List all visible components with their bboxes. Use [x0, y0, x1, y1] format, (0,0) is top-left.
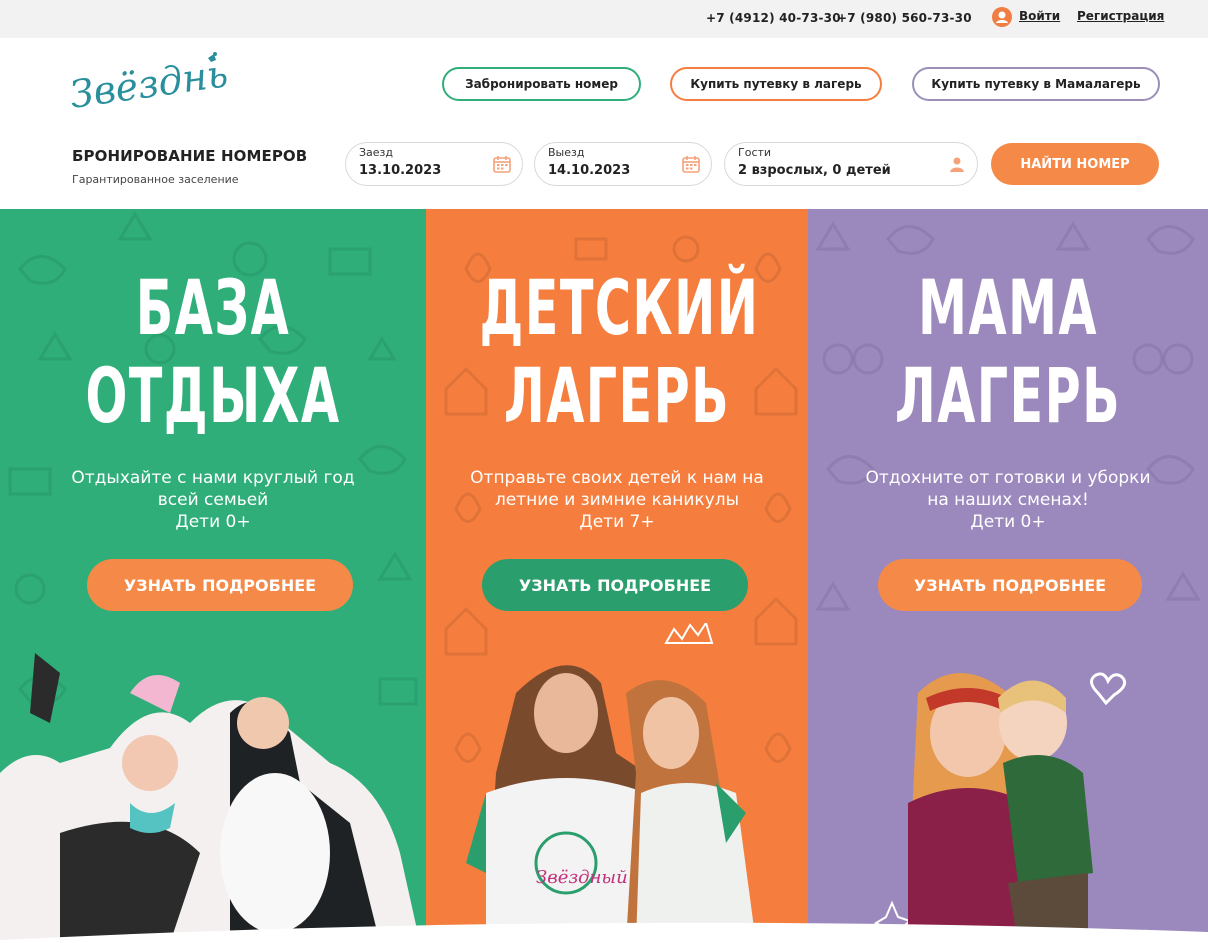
- learn-more-button[interactable]: УЗНАТЬ ПОДРОБНЕЕ: [482, 559, 748, 611]
- photo-people-costumes: [0, 653, 420, 943]
- checkout-field[interactable]: Выезд 14.10.2023: [534, 142, 712, 186]
- buy-camp-button[interactable]: Купить путевку в лагерь: [670, 67, 882, 101]
- learn-more-button[interactable]: УЗНАТЬ ПОДРОБНЕЕ: [87, 559, 353, 611]
- panel-title-line2: ОТДЫХА: [85, 351, 341, 440]
- guests-value: 2 взрослых, 0 детей: [738, 163, 891, 178]
- desc-line: Отдыхайте с нами круглый год: [71, 468, 355, 488]
- desc-line: Дети 0+: [970, 512, 1046, 532]
- phone-link-1[interactable]: +7 (4912) 40-73-30: [706, 11, 841, 25]
- panel-title-line2: ЛАГЕРЬ: [503, 351, 731, 440]
- calendar-icon: [492, 154, 512, 174]
- booking-subtitle: Гарантированное заселение: [72, 173, 239, 186]
- checkin-value: 13.10.2023: [359, 163, 442, 178]
- desc-line: Дети 0+: [175, 512, 251, 532]
- photo-mother-child: [873, 672, 1127, 943]
- desc-line: Отдохните от готовки и уборки: [865, 468, 1151, 488]
- panel-title-line1: БАЗА: [135, 263, 291, 352]
- book-room-button[interactable]: Забронировать номер: [442, 67, 641, 101]
- svg-text:Звёздный: Звёздный: [536, 867, 628, 888]
- login-link[interactable]: Войти: [1019, 9, 1060, 23]
- panel-mama-lager: МАМА ЛАГЕРЬ Отдохните от готовки и уборк…: [808, 209, 1208, 943]
- register-link[interactable]: Регистрация: [1077, 9, 1164, 23]
- panel-title-line1: ДЕТСКИЙ: [479, 263, 760, 352]
- guests-field[interactable]: Гости 2 взрослых, 0 детей: [724, 142, 978, 186]
- desc-line: на наших сменах!: [927, 490, 1089, 510]
- booking-title: БРОНИРОВАНИЕ НОМЕРОВ: [72, 147, 308, 165]
- site-logo[interactable]: Звёздный: [67, 46, 265, 126]
- checkin-field[interactable]: Заезд 13.10.2023: [345, 142, 523, 186]
- panel-title-line1: МАМА: [918, 263, 1098, 352]
- desc-line: летние и зимние каникулы: [494, 490, 740, 510]
- svg-text:Звёздный: Звёздный: [68, 50, 228, 117]
- desc-line: Дети 7+: [579, 512, 655, 532]
- person-icon: [947, 154, 967, 174]
- find-room-button[interactable]: НАЙТИ НОМЕР: [991, 143, 1159, 185]
- checkin-label: Заезд: [359, 146, 394, 159]
- panel-description: Отправьте своих детей к нам на летние и …: [426, 467, 808, 533]
- buy-mamacamp-button[interactable]: Купить путевку в Мамалагерь: [912, 67, 1160, 101]
- user-icon: [992, 7, 1012, 27]
- desc-line: Отправьте своих детей к нам на: [470, 468, 764, 488]
- panel-detsky-lager: ДЕТСКИЙ ЛАГЕРЬ Отправьте своих детей к н…: [426, 209, 808, 943]
- panel-title-line2: ЛАГЕРЬ: [894, 351, 1122, 440]
- panel-description: Отдыхайте с нами круглый год всей семьей…: [0, 467, 426, 533]
- bottom-wave: [0, 922, 1208, 943]
- learn-more-button[interactable]: УЗНАТЬ ПОДРОБНЕЕ: [878, 559, 1142, 611]
- panel-base-otdykha: БАЗА ОТДЫХА Отдыхайте с нами круглый год…: [0, 209, 426, 943]
- calendar-icon: [681, 154, 701, 174]
- top-bar: +7 (4912) 40-73-30 +7 (980) 560-73-30 Во…: [0, 0, 1208, 38]
- checkout-value: 14.10.2023: [548, 163, 631, 178]
- photo-girls-camp: Звёздный: [466, 623, 756, 943]
- desc-line: всей семьей: [157, 490, 269, 510]
- panel-description: Отдохните от готовки и уборки на наших с…: [808, 467, 1208, 533]
- guests-label: Гости: [738, 146, 772, 159]
- checkout-label: Выезд: [548, 146, 585, 159]
- phone-link-2[interactable]: +7 (980) 560-73-30: [837, 11, 972, 25]
